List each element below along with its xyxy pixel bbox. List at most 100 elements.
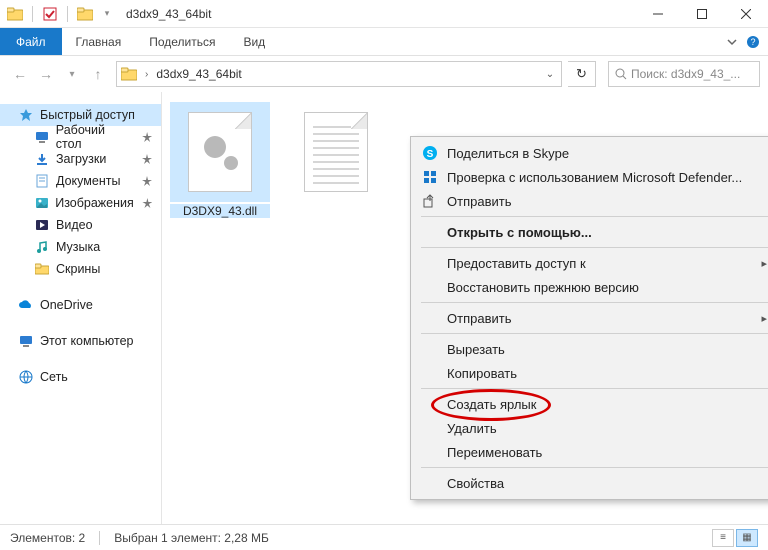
qat-separator bbox=[67, 6, 68, 22]
view-large-icons-button[interactable]: ▦ bbox=[736, 529, 758, 547]
ctx-separator bbox=[421, 302, 768, 303]
up-button[interactable]: ↑ bbox=[86, 62, 110, 86]
maximize-button[interactable] bbox=[680, 0, 724, 28]
back-button[interactable]: ← bbox=[8, 62, 32, 86]
sidebar-item-label: Быстрый доступ bbox=[40, 108, 135, 122]
sidebar-item-label: Скрины bbox=[56, 262, 100, 276]
share-icon bbox=[421, 192, 439, 210]
address-bar[interactable]: › d3dx9_43_64bit ⌄ bbox=[116, 61, 562, 87]
ctx-rename[interactable]: Переименовать bbox=[413, 440, 768, 464]
ctx-label: Удалить bbox=[447, 421, 497, 436]
sidebar-item-pictures[interactable]: Изображения bbox=[0, 192, 161, 214]
ribbon-tab-home[interactable]: Главная bbox=[62, 28, 136, 55]
quick-access-toolbar: ▾ bbox=[0, 5, 116, 23]
ctx-label: Проверка с использованием Microsoft Defe… bbox=[447, 170, 742, 185]
pin-icon bbox=[139, 151, 155, 167]
status-selection: Выбран 1 элемент: 2,28 МБ bbox=[114, 531, 269, 545]
navigation-pane: Быстрый доступ Рабочий стол Загрузки Док… bbox=[0, 92, 162, 524]
folder-icon-2 bbox=[76, 5, 94, 23]
star-icon bbox=[18, 107, 34, 123]
skype-icon: S bbox=[421, 144, 439, 162]
sidebar-item-label: Изображения bbox=[55, 196, 134, 210]
downloads-icon bbox=[34, 151, 50, 167]
ctx-open-with[interactable]: Открыть с помощью... bbox=[413, 220, 768, 244]
navigation-bar: ← → ▾ ↑ › d3dx9_43_64bit ⌄ ↻ Поиск: d3dx… bbox=[0, 56, 768, 92]
recent-locations-button[interactable]: ▾ bbox=[60, 62, 84, 86]
address-segment[interactable]: d3dx9_43_64bit bbox=[152, 67, 245, 81]
status-item-count: Элементов: 2 bbox=[10, 531, 85, 545]
network-icon bbox=[18, 369, 34, 385]
minimize-button[interactable] bbox=[636, 0, 680, 28]
ctx-label: Восстановить прежнюю версию bbox=[447, 280, 639, 295]
sidebar-item-label: Документы bbox=[56, 174, 120, 188]
view-mode-toggle: ≡ ▦ bbox=[712, 529, 758, 547]
sidebar-item-label: Загрузки bbox=[56, 152, 106, 166]
ctx-label: Поделиться в Skype bbox=[447, 146, 569, 161]
context-menu: S Поделиться в Skype Проверка с использо… bbox=[410, 136, 768, 500]
ctx-delete[interactable]: Удалить bbox=[413, 416, 768, 440]
ctx-label: Вырезать bbox=[447, 342, 505, 357]
ribbon-expand-icon[interactable] bbox=[720, 28, 744, 55]
ctx-cut[interactable]: Вырезать bbox=[413, 337, 768, 361]
help-icon[interactable]: ? bbox=[744, 28, 768, 55]
file-list-area[interactable]: D3DX9_43.dll S Поделиться в Skype Провер… bbox=[162, 92, 768, 524]
chevron-right-icon[interactable]: › bbox=[141, 69, 152, 80]
qat-separator bbox=[32, 6, 33, 22]
ctx-give-access[interactable]: Предоставить доступ к bbox=[413, 251, 768, 275]
ctx-label: Переименовать bbox=[447, 445, 542, 460]
window-title: d3dx9_43_64bit bbox=[126, 7, 636, 21]
ctx-label: Отправить bbox=[447, 194, 511, 209]
sidebar-this-pc[interactable]: Этот компьютер bbox=[0, 330, 161, 352]
sidebar-item-downloads[interactable]: Загрузки bbox=[0, 148, 161, 170]
sidebar-item-music[interactable]: Музыка bbox=[0, 236, 161, 258]
close-button[interactable] bbox=[724, 0, 768, 28]
sidebar-item-label: Сеть bbox=[40, 370, 68, 384]
ctx-restore-previous[interactable]: Восстановить прежнюю версию bbox=[413, 275, 768, 299]
sidebar-item-videos[interactable]: Видео bbox=[0, 214, 161, 236]
desktop-icon bbox=[34, 129, 50, 145]
ctx-create-shortcut[interactable]: Создать ярлык bbox=[413, 392, 768, 416]
refresh-button[interactable]: ↻ bbox=[568, 61, 596, 87]
titlebar: ▾ d3dx9_43_64bit bbox=[0, 0, 768, 28]
ctx-copy[interactable]: Копировать bbox=[413, 361, 768, 385]
sidebar-item-documents[interactable]: Документы bbox=[0, 170, 161, 192]
ctx-share[interactable]: Отправить bbox=[413, 189, 768, 213]
sidebar-onedrive[interactable]: OneDrive bbox=[0, 294, 161, 316]
view-details-button[interactable]: ≡ bbox=[712, 529, 734, 547]
onedrive-icon bbox=[18, 297, 34, 313]
sidebar-item-label: Рабочий стол bbox=[56, 123, 133, 151]
ctx-send-to[interactable]: Отправить bbox=[413, 306, 768, 330]
ribbon-tab-share[interactable]: Поделиться bbox=[135, 28, 229, 55]
sidebar-item-desktop[interactable]: Рабочий стол bbox=[0, 126, 161, 148]
status-separator bbox=[99, 531, 100, 545]
file-thumbnail bbox=[188, 112, 252, 192]
ctx-label: Открыть с помощью... bbox=[447, 225, 592, 240]
search-box[interactable]: Поиск: d3dx9_43_... bbox=[608, 61, 760, 87]
qat-overflow-icon[interactable]: ▾ bbox=[98, 5, 116, 23]
ctx-defender-scan[interactable]: Проверка с использованием Microsoft Defe… bbox=[413, 165, 768, 189]
pc-icon bbox=[18, 333, 34, 349]
documents-icon bbox=[34, 173, 50, 189]
sidebar-item-screenshots[interactable]: Скрины bbox=[0, 258, 161, 280]
ribbon-tab-view[interactable]: Вид bbox=[229, 28, 279, 55]
defender-icon bbox=[421, 168, 439, 186]
qat-checkbox-icon[interactable] bbox=[41, 5, 59, 23]
forward-button[interactable]: → bbox=[34, 62, 58, 86]
file-item-txt[interactable] bbox=[286, 102, 386, 218]
search-placeholder: Поиск: d3dx9_43_... bbox=[631, 67, 740, 81]
sidebar-network[interactable]: Сеть bbox=[0, 366, 161, 388]
ctx-label: Предоставить доступ к bbox=[447, 256, 586, 271]
ribbon-file-tab[interactable]: Файл bbox=[0, 28, 62, 55]
address-dropdown-icon[interactable]: ⌄ bbox=[539, 69, 561, 80]
pictures-icon bbox=[34, 195, 49, 211]
file-item-dll[interactable]: D3DX9_43.dll bbox=[170, 102, 270, 218]
ctx-separator bbox=[421, 467, 768, 468]
folder-icon bbox=[6, 5, 24, 23]
sidebar-item-label: OneDrive bbox=[40, 298, 93, 312]
folder-icon bbox=[34, 261, 50, 277]
ctx-properties[interactable]: Свойства bbox=[413, 471, 768, 495]
ctx-separator bbox=[421, 333, 768, 334]
folder-icon bbox=[117, 67, 141, 81]
ctx-share-skype[interactable]: S Поделиться в Skype bbox=[413, 141, 768, 165]
sidebar-item-label: Музыка bbox=[56, 240, 100, 254]
